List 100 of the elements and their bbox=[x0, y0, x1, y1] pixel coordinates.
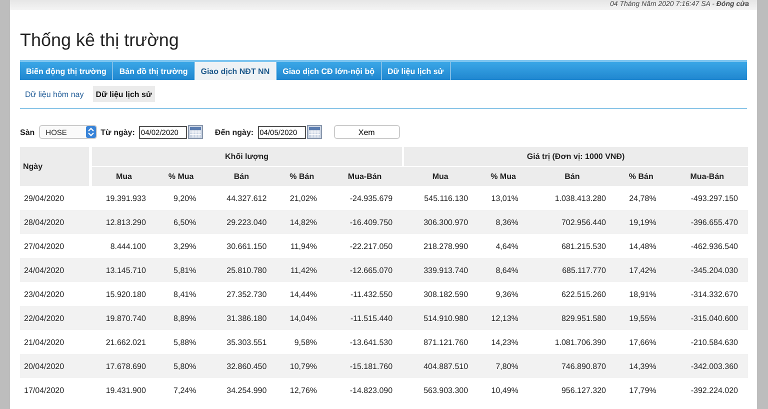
table-cell: 14,48% bbox=[616, 234, 666, 258]
table-cell: -210.584.630 bbox=[666, 330, 748, 354]
table-cell: 14,82% bbox=[276, 210, 328, 234]
table-cell: 8,36% bbox=[478, 210, 528, 234]
table-cell: 622.515.260 bbox=[528, 282, 616, 306]
table-cell: 22/04/2020 bbox=[20, 306, 90, 330]
table-cell: 21/04/2020 bbox=[20, 330, 90, 354]
table-cell: 18,91% bbox=[616, 282, 666, 306]
table-cell: 21,02% bbox=[276, 186, 328, 210]
table-cell: 19.870.740 bbox=[90, 306, 156, 330]
column-header: Ngày bbox=[20, 147, 90, 186]
table-cell: 6,50% bbox=[156, 210, 206, 234]
column-group-header: Giá trị (Đơn vị: 1000 VNĐ) bbox=[402, 147, 748, 166]
table-cell: 339.913.740 bbox=[402, 258, 478, 282]
table-cell: 9,36% bbox=[478, 282, 528, 306]
table-cell: -345.204.030 bbox=[666, 258, 748, 282]
table-cell: 1.081.706.390 bbox=[528, 330, 616, 354]
table-cell: 306.300.970 bbox=[402, 210, 478, 234]
column-header: Bán bbox=[206, 166, 277, 186]
page-title: Thống kê thị trường bbox=[19, 29, 180, 52]
column-group-header: Khối lượng bbox=[90, 147, 403, 166]
column-header: % Mua bbox=[156, 166, 206, 186]
calendar-icon[interactable] bbox=[188, 125, 203, 139]
table-cell: 24/04/2020 bbox=[20, 258, 90, 282]
table-cell: 17.678.690 bbox=[90, 354, 156, 378]
table-cell: 31.386.180 bbox=[206, 306, 277, 330]
table-cell: 829.951.580 bbox=[528, 306, 616, 330]
table-cell: 1.038.413.280 bbox=[528, 186, 616, 210]
table-cell: 7,80% bbox=[478, 354, 528, 378]
table-cell: 27.352.730 bbox=[206, 282, 277, 306]
table-cell: 685.117.770 bbox=[528, 258, 616, 282]
table-cell: 12,76% bbox=[276, 378, 328, 402]
column-header: % Bán bbox=[276, 166, 328, 186]
table-cell: -315.040.600 bbox=[666, 306, 748, 330]
table-cell: 8.444.100 bbox=[90, 234, 156, 258]
table-cell: 681.215.530 bbox=[528, 234, 616, 258]
table-cell: -13.641.530 bbox=[327, 330, 403, 354]
table-cell: 8,64% bbox=[478, 258, 528, 282]
table-cell: 21.662.021 bbox=[90, 330, 156, 354]
column-header: Mua bbox=[90, 166, 156, 186]
table-cell: 10,49% bbox=[478, 378, 528, 402]
table-cell: 308.182.590 bbox=[402, 282, 478, 306]
table-cell: 7,24% bbox=[156, 378, 206, 402]
table-cell: 5,81% bbox=[156, 258, 206, 282]
table-cell: 563.903.300 bbox=[402, 378, 478, 402]
table-cell: -15.181.760 bbox=[327, 354, 403, 378]
table-cell: 35.303.551 bbox=[206, 330, 277, 354]
subtab[interactable]: Dữ liệu hôm nay bbox=[22, 86, 87, 102]
table-cell: 13,01% bbox=[478, 186, 528, 210]
table-cell: -16.409.750 bbox=[327, 210, 403, 234]
table-cell: -396.655.470 bbox=[666, 210, 748, 234]
table-cell: 17,42% bbox=[616, 258, 666, 282]
from-date-label: Từ ngày: bbox=[100, 128, 135, 136]
subtab[interactable]: Dữ liệu lịch sử bbox=[92, 86, 155, 102]
table-cell: 11,94% bbox=[276, 234, 328, 258]
table-cell: -342.003.360 bbox=[666, 354, 748, 378]
table-cell: 4,64% bbox=[478, 234, 528, 258]
view-button[interactable]: Xem bbox=[334, 125, 400, 139]
table-cell: 29/04/2020 bbox=[20, 186, 90, 210]
column-header: Mua-Bán bbox=[327, 166, 403, 186]
table-cell: 11,42% bbox=[276, 258, 328, 282]
table-cell: 218.278.990 bbox=[402, 234, 478, 258]
column-header: Mua bbox=[402, 166, 478, 186]
column-header: Mua-Bán bbox=[666, 166, 748, 186]
table-cell: 14,23% bbox=[478, 330, 528, 354]
table-cell: 8,89% bbox=[156, 306, 206, 330]
table-cell: 12,13% bbox=[478, 306, 528, 330]
table-cell: 514.910.980 bbox=[402, 306, 478, 330]
table-cell: 17/04/2020 bbox=[20, 378, 90, 402]
table-cell: -11.515.440 bbox=[327, 306, 403, 330]
table-cell: -14.823.090 bbox=[327, 378, 403, 402]
table-cell: 10,79% bbox=[276, 354, 328, 378]
table-cell: 3,29% bbox=[156, 234, 206, 258]
column-header: Bán bbox=[528, 166, 616, 186]
column-header: % Bán bbox=[616, 166, 666, 186]
table-cell: 8,41% bbox=[156, 282, 206, 306]
table-cell: 34.254.990 bbox=[206, 378, 277, 402]
table-cell: 24,78% bbox=[616, 186, 666, 210]
table-cell: 19.391.933 bbox=[90, 186, 156, 210]
table-cell: 20/04/2020 bbox=[20, 354, 90, 378]
table-cell: 871.121.760 bbox=[402, 330, 478, 354]
table-cell: -12.665.070 bbox=[327, 258, 403, 282]
table-cell: 404.887.510 bbox=[402, 354, 478, 378]
table-cell: 17,79% bbox=[616, 378, 666, 402]
table-cell: 5,88% bbox=[156, 330, 206, 354]
table-cell: -24.935.679 bbox=[327, 186, 403, 210]
table-cell: 30.661.150 bbox=[206, 234, 277, 258]
tab[interactable]: Giao dịch NĐT NN bbox=[194, 62, 277, 80]
table-cell: 14,04% bbox=[276, 306, 328, 330]
table-cell: 32.860.450 bbox=[206, 354, 277, 378]
table-cell: 14,44% bbox=[276, 282, 328, 306]
table-cell: 29.223.040 bbox=[206, 210, 277, 234]
table-cell: 9,20% bbox=[156, 186, 206, 210]
table-cell: 956.127.320 bbox=[528, 378, 616, 402]
table-cell: -462.936.540 bbox=[666, 234, 748, 258]
calendar-icon[interactable] bbox=[306, 125, 322, 139]
table-cell: 746.890.870 bbox=[528, 354, 616, 378]
table-cell: 19,19% bbox=[616, 210, 666, 234]
table-cell: 9,58% bbox=[276, 330, 328, 354]
table-cell: 17,66% bbox=[616, 330, 666, 354]
